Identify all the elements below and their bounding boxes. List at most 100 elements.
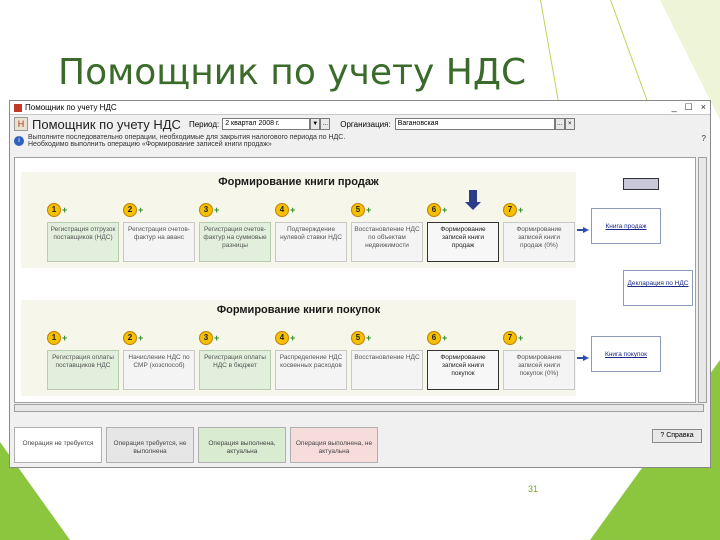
maximize-icon[interactable]: ☐ [685, 102, 693, 113]
info-help-icon[interactable]: ? [702, 134, 706, 154]
plus-icon: + [62, 333, 68, 343]
purchases-book-link[interactable]: Книга покупок [591, 336, 661, 372]
sales-step[interactable]: 6 + Формирование записей книги продаж [427, 190, 499, 262]
step-number: 6 [427, 331, 441, 345]
org-field[interactable]: Вагановская [394, 118, 555, 130]
purchases-step[interactable]: 4 + Распределение НДС косвенных расходов [275, 330, 347, 390]
plus-icon: + [518, 205, 524, 215]
step-box[interactable]: Формирование записей книги покупок (0%) [503, 350, 575, 390]
step-number: 1 [47, 203, 61, 217]
step-box[interactable]: Подтверждение нулевой ставки НДС [275, 222, 347, 262]
vat-icon: Н [14, 117, 28, 131]
app-window: Помощник по учету НДС _ ☐ × Н Помощник п… [9, 100, 711, 468]
step-number: 3 [199, 331, 213, 345]
help-button[interactable]: ? Справка [652, 429, 702, 443]
horizontal-scrollbar[interactable] [14, 404, 704, 412]
sales-section: Формирование книги продаж 1 + Регистрация… [21, 172, 576, 268]
plus-icon: + [518, 333, 524, 343]
toolbar: Н Помощник по учету НДС Период: 2 кварта… [10, 115, 710, 133]
plus-icon: + [290, 333, 296, 343]
info-icon: i [14, 136, 24, 146]
page-number: 31 [528, 484, 539, 494]
app-title: Помощник по учету НДС [32, 116, 181, 132]
sales-step[interactable]: 1 + Регистрация отгрузок поставщиков (НДС… [47, 202, 119, 262]
purchases-title: Формирование книги покупок [216, 304, 381, 316]
step-box[interactable]: Регистрация счетов-фактур на аванс [123, 222, 195, 262]
step-box[interactable]: Регистрация отгрузок поставщиков (НДС) [47, 222, 119, 262]
step-box[interactable]: Регистрация счетов-фактур на суммовые ра… [199, 222, 271, 262]
step-number: 2 [123, 203, 137, 217]
app-icon [14, 103, 22, 112]
sales-step[interactable]: 2 + Регистрация счетов-фактур на аванс [123, 202, 195, 262]
minimize-icon[interactable]: _ [672, 102, 677, 113]
window-titlebar: Помощник по учету НДС _ ☐ × [10, 101, 710, 115]
step-box[interactable]: Восстановление НДС [351, 350, 423, 390]
step-number: 5 [351, 331, 365, 345]
sales-step[interactable]: 3 + Регистрация счетов-фактур на суммовые… [199, 202, 271, 262]
step-box[interactable]: Распределение НДС косвенных расходов [275, 350, 347, 390]
step-number: 2 [123, 331, 137, 345]
close-icon[interactable]: × [701, 102, 706, 113]
sales-step[interactable]: 4 + Подтверждение нулевой ставки НДС [275, 202, 347, 262]
step-number: 5 [351, 203, 365, 217]
step-number: 4 [275, 331, 289, 345]
window-title: Помощник по учету НДС [25, 103, 117, 112]
purchases-step[interactable]: 2 + Начисление НДС по СМР (хозспособ) [123, 330, 195, 390]
legend-item: Операция выполнена, актуальна [198, 427, 286, 463]
step-number: 7 [503, 331, 517, 345]
purchases-steps: 1 + Регистрация оплаты поставщиков НДС 2 +… [47, 330, 575, 390]
purchases-step[interactable]: 5 + Восстановление НДС [351, 330, 423, 390]
purchases-step[interactable]: 7 + Формирование записей книги покупок (0… [503, 330, 575, 390]
sales-step[interactable]: 5 + Восстановление НДС по объектам недвиж… [351, 202, 423, 262]
legend: Операция не требуется Операция требуется… [14, 427, 378, 463]
purchases-section: Формирование книги покупок 1 + Регистраци… [21, 300, 576, 396]
plus-icon: + [442, 333, 448, 343]
step-number: 4 [275, 203, 289, 217]
purchases-step[interactable]: 1 + Регистрация оплаты поставщиков НДС [47, 330, 119, 390]
step-box[interactable]: Восстановление НДС по объектам недвижимо… [351, 222, 423, 262]
arrow-right-icon [577, 355, 589, 361]
org-clear-icon[interactable]: × [564, 118, 575, 130]
org-label: Организация: [340, 119, 391, 129]
legend-item: Операция выполнена, не актуальна [290, 427, 378, 463]
step-number: 3 [199, 203, 213, 217]
sales-book-link[interactable]: Книга продаж [591, 208, 661, 244]
declaration-link[interactable]: Декларация по НДС [623, 270, 693, 306]
arrow-right-icon [577, 227, 589, 233]
info-panel: i Выполните последовательно операции, не… [10, 133, 710, 155]
step-box[interactable]: Регистрация оплаты поставщиков НДС [47, 350, 119, 390]
legend-item: Операция требуется, не выполнена [106, 427, 194, 463]
period-select-icon[interactable]: … [320, 118, 331, 130]
current-step-arrow-icon [465, 190, 481, 210]
step-number: 6 [427, 203, 441, 217]
plus-icon: + [138, 205, 144, 215]
plus-icon: + [366, 205, 372, 215]
period-field[interactable]: 2 квартал 2008 г. [222, 118, 311, 130]
slide: Помощник по учету НДС 31 Помощник по уче… [0, 0, 720, 540]
sales-step[interactable]: 7 + Формирование записей книги продаж (0%… [503, 202, 575, 262]
slide-title: Помощник по учету НДС [58, 52, 527, 93]
step-box[interactable]: Регистрация оплаты НДС в бюджет [199, 350, 271, 390]
org-select-icon[interactable]: … [554, 118, 565, 130]
sales-title: Формирование книги продаж [218, 176, 379, 188]
period-dropdown-icon[interactable]: ▼ [310, 118, 321, 130]
vertical-scrollbar[interactable] [698, 157, 707, 403]
info-line: Необходимо выполнить операцию «Формирова… [28, 141, 272, 148]
step-number: 7 [503, 203, 517, 217]
step-box[interactable]: Формирование записей книги покупок [427, 350, 499, 390]
plus-icon: + [290, 205, 296, 215]
step-number: 1 [47, 331, 61, 345]
purchases-step[interactable]: 3 + Регистрация оплаты НДС в бюджет [199, 330, 271, 390]
purchases-step[interactable]: 6 + Формирование записей книги покупок [427, 330, 499, 390]
step-box[interactable]: Начисление НДС по СМР (хозспособ) [123, 350, 195, 390]
step-box[interactable]: Формирование записей книги продаж (0%) [503, 222, 575, 262]
step-box[interactable]: Формирование записей книги продаж [427, 222, 499, 262]
plus-icon: + [62, 205, 68, 215]
legend-item: Операция не требуется [14, 427, 102, 463]
process-area: Формирование книги продаж 1 + Регистрация… [14, 157, 696, 403]
sales-steps: 1 + Регистрация отгрузок поставщиков (НДС… [47, 190, 575, 262]
help-button-label: Справка [666, 432, 694, 439]
plus-icon: + [214, 333, 220, 343]
plus-icon: + [214, 205, 220, 215]
legend-swatch [623, 178, 659, 190]
